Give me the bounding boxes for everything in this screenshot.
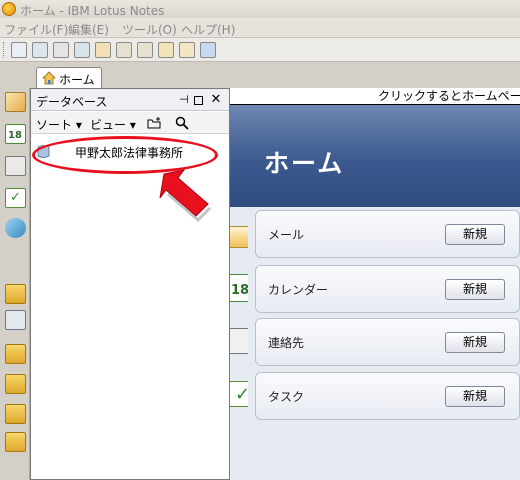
database-icon [37, 145, 50, 158]
home-item-contacts[interactable]: 連絡先 新規 [255, 318, 520, 366]
panel-toolbar: ソート ▾ ビュー ▾ [31, 112, 229, 134]
new-contact-button[interactable]: 新規 [445, 332, 505, 353]
contacts-icon[interactable] [5, 156, 26, 176]
new-folder-icon[interactable] [147, 116, 163, 130]
options-icon[interactable] [200, 42, 216, 58]
replicator-icon[interactable] [5, 218, 26, 238]
home-toolbar-icon[interactable] [95, 42, 111, 58]
calendar-icon[interactable]: 18 [5, 124, 26, 144]
view-dropdown[interactable]: ビュー ▾ [90, 116, 136, 133]
tab-home-label: ホーム [59, 73, 95, 87]
search-icon[interactable] [175, 116, 189, 130]
menu-tools[interactable]: ツール(O) [122, 21, 177, 38]
folder-icon[interactable] [5, 284, 26, 304]
tab-home[interactable]: ホーム [36, 67, 102, 89]
item-label: タスク [268, 390, 305, 404]
databases-panel: データベース ⊣ ✕ ソート ▾ ビュー ▾ 甲野太郎法律事務所 [30, 88, 230, 480]
bookmark-icon[interactable] [179, 42, 195, 58]
hero-banner: ホーム [228, 105, 520, 207]
panel-header: データベース ⊣ ✕ [31, 89, 229, 111]
back-icon[interactable] [137, 42, 153, 58]
toolbar-grip[interactable] [3, 42, 6, 58]
mail-icon[interactable] [5, 92, 26, 112]
menu-edit[interactable]: 編集(E) [68, 21, 109, 38]
new-mail-button[interactable]: 新規 [445, 224, 505, 245]
folder-icon[interactable] [5, 344, 26, 364]
new-calendar-button[interactable]: 新規 [445, 279, 505, 300]
forward-icon[interactable] [116, 42, 132, 58]
item-label: メール [268, 228, 305, 242]
menu-bar: ファイル(F) 編集(E) ツール(O) ヘルプ(H) [0, 18, 520, 38]
hint-text: クリックするとホームページ [378, 89, 520, 103]
refresh-icon[interactable] [74, 42, 90, 58]
database-entry[interactable]: 甲野太郎法律事務所 [35, 143, 215, 161]
search-toolbar-icon[interactable] [158, 42, 174, 58]
home-item-mail[interactable]: メール 新規 [255, 210, 520, 258]
todo-icon: ✓ [228, 379, 248, 413]
pin-icon[interactable]: ⊣ [178, 94, 190, 106]
new-memo-icon[interactable] [11, 42, 27, 58]
home-item-tasks[interactable]: タスク 新規 [255, 372, 520, 420]
mail-icon [228, 220, 248, 254]
app-logo-icon [2, 2, 16, 16]
title-bar: ホーム - IBM Lotus Notes [0, 0, 520, 18]
home-item-calendar[interactable]: カレンダー 新規 [255, 265, 520, 313]
window-title: ホーム - IBM Lotus Notes [20, 4, 165, 18]
folder-icon[interactable] [5, 374, 26, 394]
print-icon[interactable] [53, 42, 69, 58]
panel-title: データベース [36, 95, 108, 109]
toolbar [0, 38, 520, 62]
menu-file[interactable]: ファイル(F) [4, 21, 68, 38]
database-entry-label: 甲野太郎法律事務所 [75, 146, 184, 160]
home-icon [42, 71, 56, 85]
close-icon[interactable]: ✕ [210, 93, 222, 106]
item-label: 連絡先 [268, 336, 305, 350]
new-task-button[interactable]: 新規 [445, 386, 505, 407]
calendar-icon: 18 [228, 272, 248, 306]
replicate-icon[interactable] [32, 42, 48, 58]
sort-dropdown[interactable]: ソート ▾ [36, 116, 82, 133]
item-label: カレンダー [268, 283, 329, 297]
menu-help[interactable]: ヘルプ(H) [181, 21, 235, 38]
workspace-icon[interactable] [5, 310, 26, 330]
page-title: ホーム [264, 149, 345, 178]
folder-icon[interactable] [5, 432, 26, 452]
todo-icon[interactable]: ✓ [5, 188, 26, 208]
folder-icon[interactable] [5, 404, 26, 424]
tab-strip: ホーム [0, 62, 520, 89]
bookmark-bar: 18 ✓ [0, 88, 30, 480]
restore-icon[interactable] [194, 96, 203, 105]
contacts-icon [228, 325, 248, 359]
